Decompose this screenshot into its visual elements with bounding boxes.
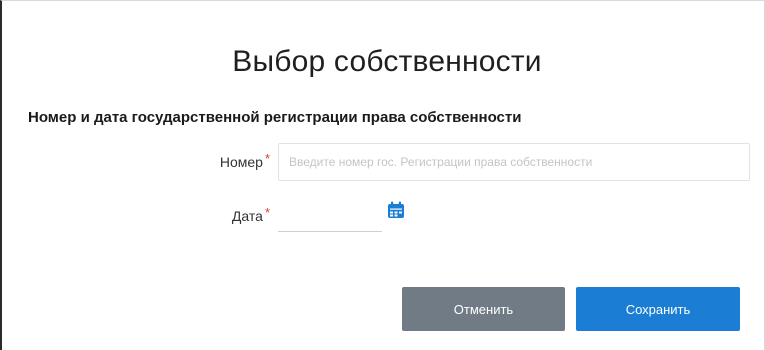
calendar-icon[interactable] <box>387 201 405 219</box>
date-label: Дата <box>231 208 263 224</box>
section-title: Номер и дата государственной регистрации… <box>28 109 522 126</box>
required-mark: * <box>264 151 270 166</box>
date-field <box>278 195 415 232</box>
number-label: Номер <box>219 154 263 170</box>
required-mark: * <box>264 205 270 220</box>
registration-number-input[interactable] <box>278 143 750 181</box>
number-label-group: Номер * <box>150 151 270 170</box>
property-selection-dialog: Выбор собственности Номер и дата государ… <box>0 0 765 350</box>
save-button[interactable]: Сохранить <box>576 287 740 331</box>
registration-date-input[interactable] <box>278 195 382 232</box>
cancel-button[interactable]: Отменить <box>402 287 565 331</box>
dialog-title: Выбор собственности <box>232 45 542 78</box>
date-label-group: Дата * <box>150 205 270 224</box>
